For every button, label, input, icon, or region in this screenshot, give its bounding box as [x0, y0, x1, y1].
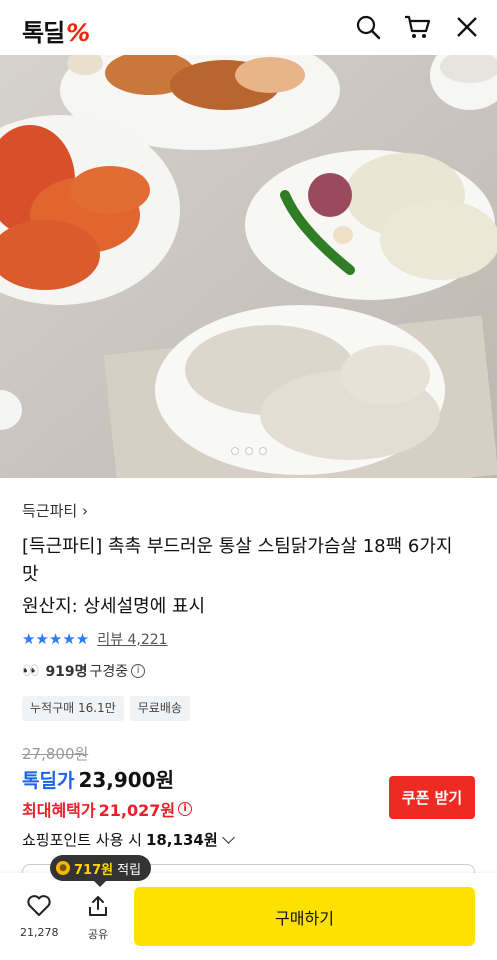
coin-icon: ●	[56, 861, 70, 875]
share-button[interactable]: 공유	[86, 894, 110, 942]
sale-price-row: 톡딜가 23,900원	[22, 764, 174, 793]
product-image-carousel[interactable]	[0, 55, 497, 478]
sale-price: 23,900원	[78, 768, 175, 792]
chevron-right-icon: ›	[77, 502, 88, 520]
star-rating-icon: ★★★★★	[22, 630, 90, 648]
carousel-play-dot[interactable]	[244, 447, 253, 455]
carousel-dot[interactable]	[258, 447, 267, 455]
max-benefit-row[interactable]: 최대혜택가 21,027원 i	[22, 797, 193, 821]
info-icon[interactable]: i	[131, 664, 146, 678]
eyes-icon: 👀	[22, 663, 40, 679]
brand-link[interactable]: 득근파티 ›	[22, 500, 88, 521]
reward-tooltip: ● 717원 적립	[50, 855, 152, 887]
like-count: 21,278	[20, 926, 59, 939]
product-photo	[0, 55, 497, 478]
viewers-label: 구경중	[89, 664, 129, 680]
carousel-indicator	[0, 447, 497, 455]
points-row[interactable]: 쇼핑포인트 사용 시 18,134원	[22, 829, 235, 850]
max-benefit-label: 최대혜택가	[22, 801, 96, 820]
buy-button[interactable]: 구매하기	[134, 887, 475, 946]
carousel-dot[interactable]	[230, 447, 239, 455]
points-label: 쇼핑포인트 사용 시	[22, 831, 142, 849]
product-title: [득근파티] 촉촉 부드러운 통살 스팀닭가슴살 18팩 6가지맛	[22, 536, 453, 585]
share-label: 공유	[87, 928, 109, 941]
badge-free-shipping: 무료배송	[129, 696, 190, 721]
info-icon[interactable]: i	[178, 802, 193, 816]
share-icon	[89, 896, 107, 916]
viewers-count: 919명	[45, 664, 88, 680]
max-benefit-price: 21,027원	[98, 801, 176, 820]
heart-icon	[27, 895, 51, 916]
original-price: 27,800원	[22, 745, 89, 763]
top-header: 톡딜%	[0, 0, 497, 55]
talkdeal-logo[interactable]: 톡딜%	[22, 13, 90, 48]
badge-list: 누적구매 16.1만 무료배송	[22, 696, 190, 721]
reward-amount: 717원	[74, 862, 114, 878]
review-link[interactable]: 리뷰 4,221	[97, 629, 167, 649]
chevron-down-icon	[221, 830, 235, 844]
rating-row[interactable]: ★★★★★ 리뷰 4,221	[22, 629, 168, 649]
logo-text: 톡딜	[22, 19, 65, 47]
brand-name: 득근파티	[22, 502, 78, 520]
reward-label: 적립	[117, 862, 142, 878]
like-button[interactable]: 21,278	[20, 894, 59, 939]
sale-label: 톡딜가	[22, 770, 75, 792]
close-icon[interactable]	[452, 12, 482, 42]
coupon-button[interactable]: 쿠폰 받기	[389, 776, 475, 819]
product-origin: 원산지: 상세설명에 표시	[22, 596, 206, 617]
viewers-row: 👀 919명 구경중 i	[22, 661, 146, 681]
cart-icon[interactable]	[402, 12, 432, 42]
badge-cumulative-sales: 누적구매 16.1만	[22, 696, 124, 721]
points-price: 18,134원	[145, 831, 218, 849]
search-icon[interactable]	[353, 12, 383, 42]
logo-mark: %	[66, 19, 90, 47]
